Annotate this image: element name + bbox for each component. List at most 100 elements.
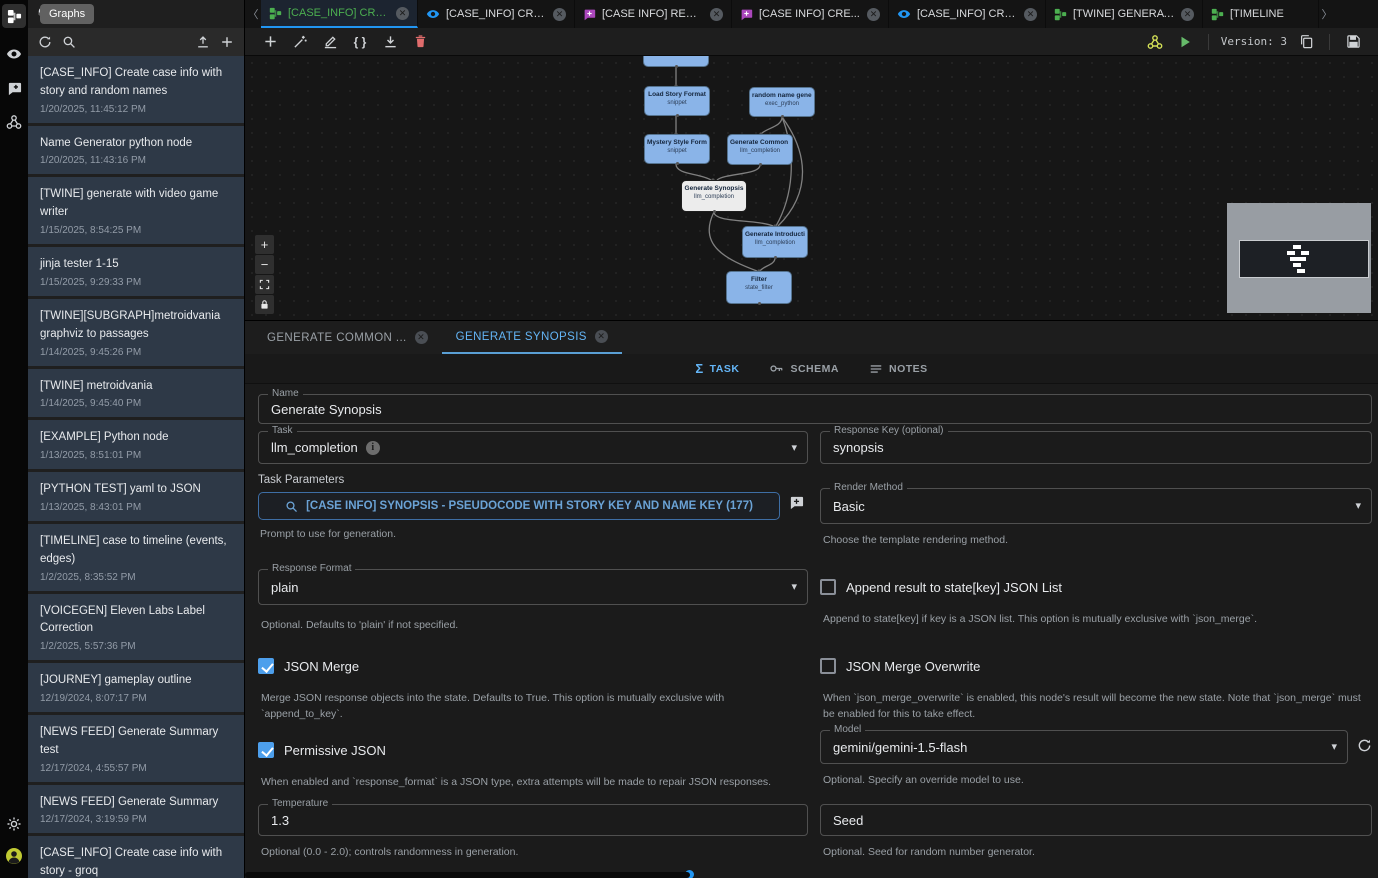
close-icon[interactable]: ✕ [415, 331, 428, 344]
close-icon[interactable]: ✕ [595, 330, 608, 343]
horizontal-scrollbar[interactable] [245, 872, 690, 878]
tab-case-info-viewer-2[interactable]: [CASE_INFO] CRE... ✕ [889, 0, 1046, 28]
tab-schema[interactable]: SCHEMA [769, 361, 839, 376]
list-item[interactable]: [PYTHON TEST] yaml to JSON1/13/2025, 8:4… [28, 472, 244, 521]
edit-button[interactable] [315, 28, 345, 56]
nav-prompts-button[interactable] [2, 76, 26, 100]
close-icon[interactable]: ✕ [396, 7, 409, 20]
json-merge-overwrite-checkbox-row[interactable]: JSON Merge Overwrite [820, 658, 980, 674]
close-icon[interactable]: ✕ [1024, 8, 1037, 21]
flag-icon [740, 8, 753, 21]
json-merge-checkbox-row[interactable]: JSON Merge [258, 658, 359, 674]
node-editor-panel: GENERATE COMMON ... ✕ GENERATE SYNOPSIS … [245, 320, 1378, 878]
upload-icon[interactable] [196, 35, 210, 49]
app-window: Graphs Graphs [CASE_INFO] Create case in… [0, 0, 1378, 878]
list-item[interactable]: [TWINE] generate with video game writer1… [28, 177, 244, 244]
zoom-out-button[interactable]: − [255, 255, 274, 274]
tab-case-info-viewer[interactable]: [CASE_INFO] CRE... ✕ [418, 0, 575, 28]
node-generate-synopsis[interactable]: Generate Synopsis llm_completion [681, 180, 747, 212]
copy-icon[interactable] [1291, 28, 1321, 56]
nav-graphs-button[interactable] [2, 4, 26, 28]
node-tab-generate-common[interactable]: GENERATE COMMON ... ✕ [253, 321, 442, 354]
auto-layout-button[interactable] [285, 28, 315, 56]
gear-icon [6, 816, 22, 832]
seed-field[interactable]: Seed [820, 804, 1372, 836]
json-view-button[interactable]: { } [345, 28, 375, 56]
list-item[interactable]: [TWINE] metroidvania1/14/2025, 9:45:40 P… [28, 369, 244, 418]
response-format-select[interactable]: Response Format plain ▾ [258, 569, 808, 605]
graph-canvas[interactable]: state_rekey Load Story Format snippet ra… [245, 56, 1378, 320]
prompt-select-button[interactable]: [CASE INFO] SYNOPSIS - PSEUDOCODE WITH S… [258, 492, 780, 520]
info-icon[interactable]: i [366, 441, 380, 455]
list-item[interactable]: jinja tester 1-151/15/2025, 9:29:33 PM [28, 247, 244, 296]
list-item[interactable]: [NEWS FEED] Generate Summary test12/17/2… [28, 715, 244, 782]
checkbox-checked[interactable] [258, 658, 274, 674]
list-item[interactable]: [EXAMPLE] Python node1/13/2025, 8:51:01 … [28, 420, 244, 469]
close-icon[interactable]: ✕ [1181, 8, 1194, 21]
open-prompt-icon[interactable] [789, 495, 804, 510]
delete-button[interactable] [405, 28, 435, 56]
eye-icon [426, 7, 440, 21]
list-item[interactable]: [TIMELINE] case to timeline (events, edg… [28, 524, 244, 591]
list-item[interactable]: [CASE_INFO] Create case info with story … [28, 56, 244, 123]
canvas-zoom-controls: + − [255, 235, 274, 314]
append-to-key-checkbox-row[interactable]: Append result to state[key] JSON List [820, 579, 1062, 595]
list-item[interactable]: [CASE_INFO] Create case info with story … [28, 836, 244, 878]
minimap[interactable] [1227, 203, 1371, 313]
list-item[interactable]: Name Generator python node1/20/2025, 11:… [28, 126, 244, 175]
refresh-models-icon[interactable] [1357, 738, 1372, 753]
node-tab-generate-synopsis[interactable]: GENERATE SYNOPSIS ✕ [442, 321, 622, 354]
lock-button[interactable] [255, 295, 274, 314]
node-random-name-generator[interactable]: random name genera... exec_python [749, 87, 815, 117]
close-icon[interactable]: ✕ [710, 8, 723, 21]
tab-timeline[interactable]: [TIMELINE [1203, 0, 1319, 28]
checkbox-checked[interactable] [258, 742, 274, 758]
model-select[interactable]: Model gemini/gemini-1.5-flash ▾ [820, 730, 1348, 764]
tab-notes[interactable]: NOTES [869, 362, 928, 376]
search-icon [285, 500, 298, 513]
tab-case-info-create-graph[interactable]: [CASE_INFO] CRE... ✕ [261, 0, 418, 28]
nav-viewer-button[interactable] [2, 42, 26, 66]
tab-case-info-create-prompt[interactable]: [CASE INFO] CRE... ✕ [732, 0, 889, 28]
nav-webhook-button[interactable] [2, 110, 26, 134]
download-button[interactable] [375, 28, 405, 56]
model-helper: Optional. Specify an override model to u… [823, 772, 1024, 788]
tab-case-info-review[interactable]: [CASE INFO] REVI... ✕ [575, 0, 732, 28]
close-icon[interactable]: ✕ [867, 8, 880, 21]
checkbox-unchecked[interactable] [820, 658, 836, 674]
webhook-run-button[interactable] [1140, 28, 1170, 56]
zoom-in-button[interactable]: + [255, 235, 274, 254]
checkbox-unchecked[interactable] [820, 579, 836, 595]
node-generate-introduction[interactable]: Generate Introduction llm_completion [742, 226, 808, 258]
task-select[interactable]: Task llm_completion i ▾ [258, 431, 808, 464]
list-item[interactable]: [TWINE][SUBGRAPH]metroidvania graphviz t… [28, 299, 244, 366]
node-generate-common-info[interactable]: Generate Common Info llm_completion [727, 134, 793, 165]
settings-button[interactable] [2, 812, 26, 836]
save-icon[interactable] [1338, 28, 1368, 56]
render-method-select[interactable]: Render Method Basic ▾ [820, 488, 1372, 524]
list-item[interactable]: [VOICEGEN] Eleven Labs Label Correction1… [28, 594, 244, 661]
tab-twine-generate[interactable]: [TWINE] GENERAT... ✕ [1046, 0, 1203, 28]
add-node-button[interactable] [255, 28, 285, 56]
response-key-field[interactable]: Response Key (optional) synopsis [820, 431, 1372, 464]
name-field[interactable]: Name Generate Synopsis [258, 394, 1372, 424]
refresh-icon[interactable] [38, 35, 52, 49]
node-state-rekey[interactable]: state_rekey [643, 56, 709, 67]
node-mystery-style-format[interactable]: Mystery Style Format... snippet [644, 134, 710, 164]
list-item[interactable]: [NEWS FEED] Generate Summary12/17/2024, … [28, 785, 244, 834]
add-graph-icon[interactable] [220, 35, 234, 49]
tabs-scroll-right-icon[interactable]: 〉 [1319, 0, 1335, 28]
fit-view-button[interactable] [255, 275, 274, 294]
search-icon[interactable] [62, 35, 76, 49]
list-item[interactable]: [JOURNEY] gameplay outline12/19/2024, 8:… [28, 663, 244, 712]
user-avatar[interactable] [2, 844, 26, 868]
tabs-scroll-left-icon[interactable]: 〈 [245, 0, 261, 28]
graph-icon [1211, 8, 1224, 21]
tab-task[interactable]: Σ TASK [695, 361, 739, 376]
play-button[interactable] [1170, 28, 1200, 56]
permissive-json-checkbox-row[interactable]: Permissive JSON [258, 742, 386, 758]
close-icon[interactable]: ✕ [553, 8, 566, 21]
node-filter[interactable]: Filter state_filter [726, 271, 792, 304]
node-load-story-format[interactable]: Load Story Format snippet [644, 86, 710, 116]
temperature-field[interactable]: Temperature 1.3 [258, 804, 808, 836]
